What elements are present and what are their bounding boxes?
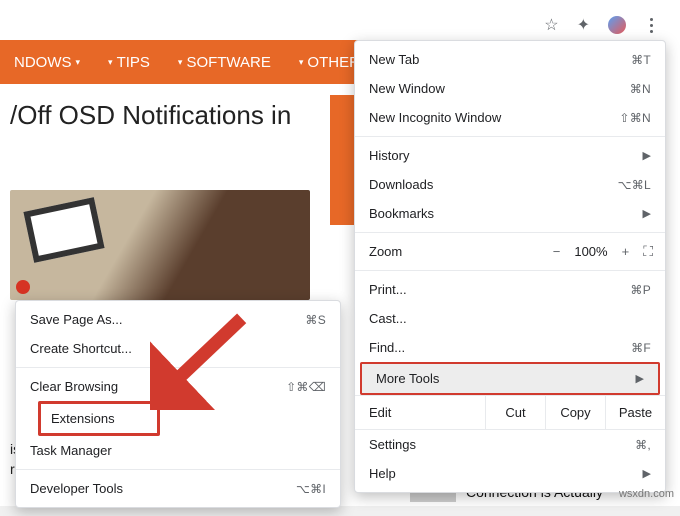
edit-cut-button[interactable]: Cut: [485, 396, 545, 429]
edit-paste-button[interactable]: Paste: [605, 396, 665, 429]
menu-settings[interactable]: Settings⌘,: [355, 430, 665, 459]
menu-find[interactable]: Find...⌘F: [355, 333, 665, 362]
separator: [355, 136, 665, 137]
submenu-extensions[interactable]: Extensions: [41, 404, 157, 433]
edit-copy-button[interactable]: Copy: [545, 396, 605, 429]
article-image: [10, 190, 310, 300]
kebab-menu-icon[interactable]: [644, 18, 658, 33]
chevron-right-icon: ▶: [643, 207, 651, 220]
menu-downloads[interactable]: Downloads⌥⌘L: [355, 170, 665, 199]
nav-item-windows[interactable]: NDOWS▾: [0, 54, 94, 71]
chevron-right-icon: ▶: [643, 467, 651, 480]
submenu-task-manager[interactable]: Task Manager: [16, 436, 340, 465]
menu-cast[interactable]: Cast...: [355, 304, 665, 333]
more-tools-submenu: Save Page As...⌘S Create Shortcut... Cle…: [15, 300, 341, 508]
chevron-down-icon: ▾: [76, 57, 81, 68]
submenu-save-page[interactable]: Save Page As...⌘S: [16, 305, 340, 334]
chevron-down-icon: ▾: [108, 57, 113, 68]
page-title: /Off OSD Notifications in: [10, 100, 291, 131]
menu-new-tab[interactable]: New Tab⌘T: [355, 45, 665, 74]
menu-edit-label: Edit: [355, 396, 485, 429]
highlight-extensions: Extensions: [38, 401, 160, 436]
chevron-right-icon: ▶: [643, 149, 651, 162]
submenu-create-shortcut[interactable]: Create Shortcut...: [16, 334, 340, 363]
submenu-clear-browsing[interactable]: Clear Browsing⇧⌘⌫: [16, 372, 340, 401]
puzzle-icon[interactable]: ✦: [577, 15, 590, 35]
menu-new-window[interactable]: New Window⌘N: [355, 74, 665, 103]
separator: [16, 469, 340, 470]
zoom-level: 100%: [574, 244, 607, 259]
chevron-down-icon: ▾: [178, 57, 183, 68]
separator: [355, 270, 665, 271]
submenu-developer-tools[interactable]: Developer Tools⌥⌘I: [16, 474, 340, 503]
menu-more-tools[interactable]: More Tools▶: [362, 364, 658, 393]
menu-print[interactable]: Print...⌘P: [355, 275, 665, 304]
site-nav: NDOWS▾ ▾TIPS ▾SOFTWARE ▾OTHER: [0, 40, 360, 84]
menu-zoom: Zoom − 100% + ⛶: [355, 237, 665, 266]
separator: [16, 367, 340, 368]
watermark: wsxdn.com: [619, 488, 674, 500]
separator: [355, 232, 665, 233]
menu-edit-row: Edit Cut Copy Paste: [355, 395, 665, 430]
profile-avatar[interactable]: [608, 16, 626, 34]
chevron-down-icon: ▾: [299, 57, 304, 68]
menu-bookmarks[interactable]: Bookmarks▶: [355, 199, 665, 228]
menu-help[interactable]: Help▶: [355, 459, 665, 488]
menu-history[interactable]: History▶: [355, 141, 665, 170]
nav-item-tips[interactable]: ▾TIPS: [94, 54, 164, 71]
menu-incognito[interactable]: New Incognito Window⇧⌘N: [355, 103, 665, 132]
chrome-menu: New Tab⌘T New Window⌘N New Incognito Win…: [354, 40, 666, 493]
nav-item-software[interactable]: ▾SOFTWARE: [164, 54, 285, 71]
chevron-right-icon: ▶: [636, 372, 644, 385]
browser-toolbar: ☆ ✦: [0, 10, 668, 40]
highlight-more-tools: More Tools▶: [360, 362, 660, 395]
star-icon[interactable]: ☆: [544, 15, 558, 35]
zoom-out-button[interactable]: −: [553, 244, 561, 259]
zoom-in-button[interactable]: +: [622, 244, 630, 259]
fullscreen-icon[interactable]: ⛶: [643, 243, 651, 260]
